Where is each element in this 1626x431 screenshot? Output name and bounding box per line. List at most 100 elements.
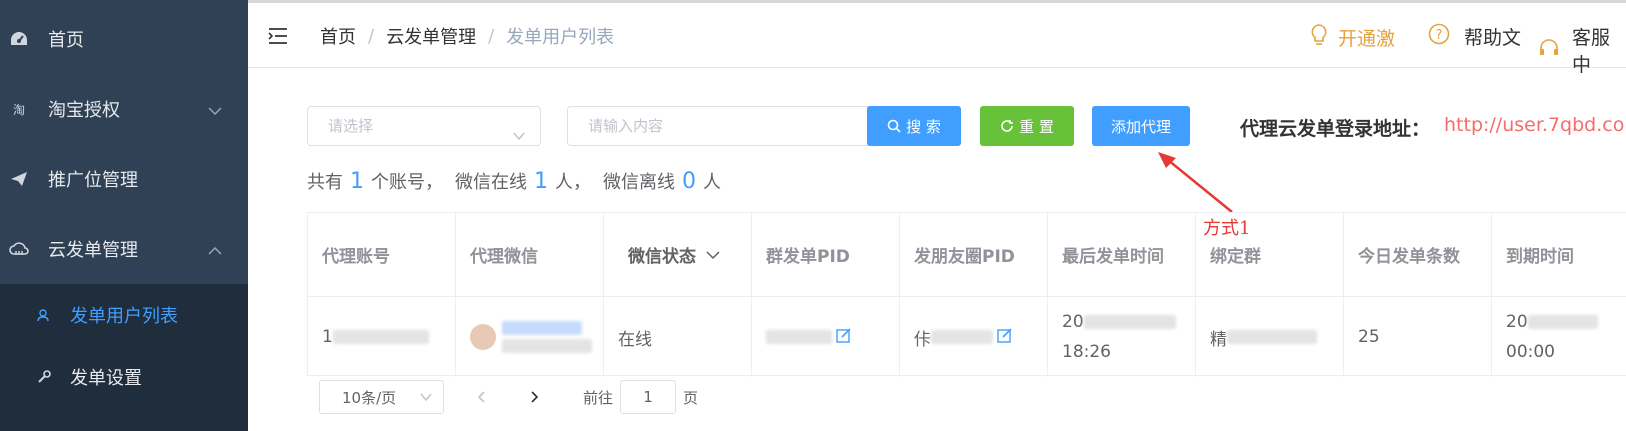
goto-label: 前往	[583, 389, 614, 407]
reset-button-label: 重 置	[1019, 117, 1054, 136]
next-page-icon[interactable]	[528, 388, 540, 409]
account-value: 1	[322, 327, 333, 347]
taobao-icon: 淘	[12, 102, 25, 117]
sidebar-item-promotion[interactable]: 推广位管理	[0, 144, 248, 214]
cell-last-time: 20 18:26	[1048, 297, 1196, 377]
breadcrumb-home[interactable]: 首页	[320, 23, 356, 49]
chevron-down-icon	[208, 100, 222, 121]
sidebar-item-label: 淘宝授权	[48, 100, 120, 121]
sidebar-item-label: 首页	[48, 30, 84, 51]
edit-icon[interactable]	[997, 327, 1013, 348]
summary-offline-prefix: 微信离线	[603, 172, 675, 193]
cell-expire: 20 00:00	[1492, 297, 1626, 377]
submenu: 发单用户列表 发单设置	[0, 284, 248, 431]
account-count: 1	[350, 169, 364, 194]
redacted-block	[332, 330, 429, 344]
goto-suffix: 页	[683, 389, 699, 407]
page-size-select[interactable]: 10条/页	[319, 380, 444, 414]
support-link[interactable]: 客服中	[1538, 23, 1626, 77]
column-header: 代理微信	[456, 213, 604, 297]
add-agent-label: 添加代理	[1110, 117, 1171, 136]
sidebar-item-label: 云发单管理	[48, 240, 138, 261]
breadcrumb: 首页 / 云发单管理 / 发单用户列表	[320, 23, 614, 49]
breadcrumb-separator: /	[488, 25, 495, 47]
column-header-label: 微信状态	[628, 247, 696, 267]
column-header: 发朋友圈PID	[900, 213, 1048, 297]
dashboard-icon	[8, 30, 30, 48]
sidebar-item-taobao[interactable]: 淘 淘宝授权	[0, 74, 248, 144]
prev-page-icon[interactable]	[476, 388, 488, 409]
edit-icon[interactable]	[836, 327, 852, 348]
search-icon	[887, 119, 901, 133]
lightbulb-icon	[1310, 23, 1328, 52]
search-button-label: 搜 索	[906, 117, 941, 136]
cloud-icon	[8, 241, 30, 257]
wrench-icon	[36, 370, 52, 384]
refresh-icon	[1000, 119, 1014, 133]
cell-account: 1	[308, 297, 456, 377]
status-select[interactable]: 请选择	[307, 106, 541, 146]
redacted-block	[1083, 315, 1176, 329]
agent-table: 代理账号 代理微信 微信状态 群发单PID 发朋友圈PID 最后发单时间 绑定群…	[307, 212, 1626, 377]
last-time-date: 20	[1062, 312, 1084, 332]
activate-label: 开通激	[1338, 28, 1396, 50]
chevron-up-icon	[208, 240, 222, 261]
expire-date: 20	[1506, 312, 1528, 332]
online-count: 1	[534, 169, 548, 194]
summary-line: 共有 1 个账号， 微信在线 1 人， 微信离线 0 人	[307, 168, 721, 194]
menu-toggle-icon[interactable]	[268, 27, 288, 49]
search-input[interactable]	[567, 106, 873, 146]
chevron-down-icon	[706, 250, 720, 260]
cell-today-count: 25	[1344, 297, 1492, 377]
support-label: 客服中	[1572, 27, 1611, 76]
redacted-block	[1527, 315, 1598, 329]
sidebar-item-label: 发单设置	[70, 368, 142, 389]
column-header: 绑定群	[1196, 213, 1344, 297]
search-button[interactable]: 搜 索	[867, 106, 961, 146]
summary-prefix: 共有	[307, 172, 343, 193]
topbar: 首页 / 云发单管理 / 发单用户列表 开通激 ? 帮助文 客服中	[248, 0, 1626, 76]
redacted-block	[1227, 330, 1317, 344]
add-agent-button[interactable]: 添加代理	[1092, 106, 1190, 146]
breadcrumb-separator: /	[368, 25, 375, 47]
login-url-link[interactable]: http://user.7qbd.com	[1444, 114, 1626, 136]
activate-link[interactable]: 开通激	[1310, 23, 1395, 52]
column-header: 今日发单条数	[1344, 213, 1492, 297]
headset-icon	[1538, 37, 1560, 64]
sidebar-item-label: 发单用户列表	[70, 306, 178, 327]
column-header-status[interactable]: 微信状态	[604, 213, 752, 297]
offline-count: 0	[682, 169, 696, 194]
help-circle-icon: ?	[1428, 23, 1450, 50]
sidebar-item-home[interactable]: 首页	[0, 4, 248, 74]
breadcrumb-cloud[interactable]: 云发单管理	[386, 23, 476, 49]
last-time-date-row: 20	[1062, 307, 1176, 337]
moments-pid-value: 佧	[914, 329, 931, 350]
column-header: 群发单PID	[752, 213, 900, 297]
redacted-block	[766, 330, 832, 344]
column-header: 最后发单时间	[1048, 213, 1196, 297]
sidebar-item-cloud[interactable]: 云发单管理	[0, 214, 248, 284]
expire-date-row: 20	[1506, 307, 1598, 337]
paper-plane-icon	[8, 171, 30, 187]
expire-time: 00:00	[1506, 342, 1555, 362]
goto-page-input[interactable]	[620, 380, 676, 414]
summary-online-prefix: 微信在线	[455, 172, 527, 193]
help-link[interactable]: ? 帮助文	[1428, 23, 1521, 50]
chevron-down-icon	[512, 119, 526, 157]
cell-group-pid	[752, 297, 900, 377]
cell-moments-pid: 佧	[900, 297, 1048, 377]
reset-button[interactable]: 重 置	[980, 106, 1074, 146]
help-label: 帮助文	[1464, 27, 1522, 49]
breadcrumb-current: 发单用户列表	[506, 27, 615, 48]
users-icon	[36, 308, 52, 322]
avatar	[470, 324, 496, 350]
column-header: 到期时间	[1492, 213, 1626, 297]
sidebar-item-user-list[interactable]: 发单用户列表	[0, 284, 248, 346]
annotation-arrow	[1158, 152, 1233, 213]
sidebar-item-settings[interactable]: 发单设置	[0, 346, 248, 408]
column-header: 代理账号	[308, 213, 456, 297]
redacted-block	[931, 330, 993, 344]
redacted-block	[502, 321, 592, 353]
cell-bound-group: 精	[1196, 297, 1344, 377]
chevron-down-icon	[419, 390, 433, 408]
